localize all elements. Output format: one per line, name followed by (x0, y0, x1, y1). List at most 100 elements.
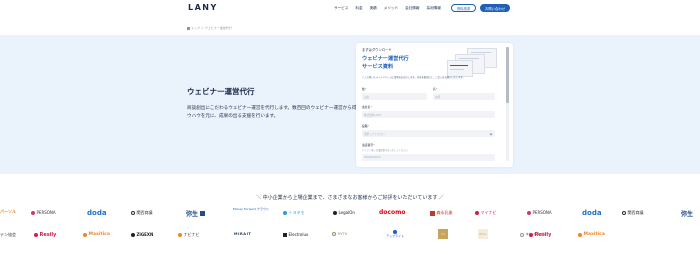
role-select-value: 選択してください (364, 132, 385, 136)
logo-mark-icon (31, 210, 35, 215)
form-kicker: まずはダウンロード (362, 48, 392, 52)
logo-mark-icon (520, 232, 524, 237)
logo-mark-icon (622, 211, 626, 215)
client-logo: Money Forward クラウド (233, 207, 269, 211)
client-logo-text: アップライト (385, 234, 404, 238)
client-logo: 関西商議 (131, 210, 153, 216)
site-logo[interactable]: LANY (188, 3, 218, 12)
form-title-line1: ウェビナー運営代行 (362, 56, 409, 62)
role-label: 役職* (362, 124, 369, 128)
client-logo: doda (87, 209, 107, 217)
client-logo: Resily (529, 232, 551, 238)
logo-mark-icon (131, 211, 135, 215)
hero-description: 商談創出にこだわるウェビナー運営を代行します。数百回のウェビナー運営から得たノウ… (187, 106, 366, 120)
site-header: LANY サービス 料金 実績 メソッド 会社情報 採用情報 資料請求 お問い合… (0, 0, 700, 20)
client-logo-text: 森永乳業 (436, 210, 453, 215)
phone-label: 電話番号* (362, 143, 375, 147)
home-icon[interactable] (187, 26, 190, 30)
first-name-label: 名* (433, 87, 437, 91)
document-preview-image (447, 48, 499, 78)
logo-mark-icon (283, 211, 287, 215)
client-logo-text: 関西商議 (136, 210, 153, 215)
client-logo-text: 弥生 (186, 211, 199, 218)
client-logo-text: マイナビ (480, 210, 497, 215)
form-scrollbar-thumb[interactable] (506, 47, 509, 103)
client-logo: ネクスト (478, 229, 488, 239)
client-logo-text: Resily (534, 232, 552, 238)
client-logo-text: PERSONA (532, 210, 552, 215)
required-mark: * (370, 105, 372, 109)
client-logo: パーソル (0, 209, 16, 214)
client-logo: LegalOn (333, 210, 355, 215)
phone-input[interactable]: 0000000000 (362, 154, 495, 161)
logo-mark-icon (332, 232, 336, 236)
nav-item-recruit[interactable]: 採用情報 (427, 6, 441, 11)
nav-item-service[interactable]: サービス (334, 6, 348, 11)
company-input[interactable]: 株式会社LANY (362, 111, 495, 118)
logo-mark-icon (83, 232, 87, 237)
client-logos-row-2: テン協会 Resily Maxitica ZIGEXN ナビナビ MIRAIT … (0, 229, 700, 241)
client-logo-text: Electrolux (288, 232, 309, 237)
required-mark: * (435, 87, 438, 91)
phone-label-text: 電話番号 (362, 143, 374, 147)
client-logo: PERSONA (527, 210, 552, 215)
client-logo: ロゴ (438, 229, 448, 239)
client-logo: トヨタモ (283, 210, 305, 216)
breadcrumb: トップ ＞ ウェビナー運営代行 (187, 26, 232, 30)
client-logo: 関西商議 (622, 210, 644, 216)
form-note: ご入力頂いたメールアドレスに資料をお送りします。内容を確認の上、ご記入をお願いい… (362, 76, 465, 79)
client-logo-text: MYTH (337, 232, 348, 236)
required-mark: * (373, 143, 375, 147)
client-logo-text: Resily (39, 232, 57, 238)
first-name-input[interactable]: 太郎 (433, 93, 495, 100)
chevron-down-icon (489, 132, 493, 135)
client-logo: マイナビ (475, 210, 496, 216)
required-mark: * (367, 124, 370, 128)
client-logos-row-1: パーソル PERSONA doda 関西商議 弥生 Money Forward … (0, 207, 700, 219)
logo-mark-icon (475, 211, 479, 215)
company-label: 会社名* (362, 105, 372, 109)
required-mark: * (364, 87, 367, 91)
client-logo-text: Maxitica (583, 232, 605, 237)
client-logo-text: PERSONA (36, 210, 56, 215)
download-form-card: まずはダウンロード ウェビナー運営代行 サービス資料 ご入力頂いたメールアドレス… (356, 43, 513, 167)
client-logo: 森永乳業 (430, 210, 453, 216)
client-logo: MIRAIT (234, 232, 252, 236)
client-logo-text: Maxitica (88, 232, 110, 237)
client-logo: 弥生 (681, 211, 694, 218)
logo-mark-icon (578, 232, 582, 237)
client-logo: Maxitica (578, 232, 605, 237)
last-name-input[interactable]: 山田 (362, 93, 427, 100)
download-doc-button[interactable]: 資料請求 (451, 4, 476, 12)
logo-mark-icon (199, 211, 205, 216)
logo-mark-icon (529, 233, 533, 237)
client-logo: ZIGEXN (131, 232, 153, 237)
client-logo-text: 関西商議 (627, 210, 644, 215)
nav-item-method[interactable]: メソッド (384, 6, 398, 11)
role-select[interactable]: 選択してください (362, 130, 495, 137)
logo-mark-icon (430, 210, 435, 216)
client-logo: Maxitica (83, 232, 110, 237)
client-logo: ナビナビ (178, 232, 200, 238)
logo-mark-icon (34, 233, 38, 237)
client-logo: Electrolux (283, 232, 308, 237)
main-nav: サービス 料金 実績 メソッド 会社情報 採用情報 (334, 6, 441, 11)
nav-item-results[interactable]: 実績 (370, 6, 377, 11)
client-logo: doda (582, 209, 602, 217)
contact-button[interactable]: お問い合わせ (480, 4, 510, 12)
client-logo: アップライト (385, 230, 405, 238)
client-logo: テン協会 (0, 232, 16, 237)
client-logo-text: ZIGEXN (136, 232, 154, 237)
breadcrumb-text[interactable]: トップ ＞ ウェビナー運営代行 (191, 26, 232, 30)
page-title: ウェビナー運営代行 (187, 87, 255, 96)
client-logo-text: ナビナビ (183, 232, 200, 237)
logo-mark-icon (283, 232, 287, 237)
last-name-label: 姓* (362, 87, 366, 91)
client-logo-text: トヨタモ (288, 210, 305, 215)
nav-item-company[interactable]: 会社情報 (405, 6, 419, 11)
nav-item-pricing[interactable]: 料金 (355, 6, 362, 11)
client-logo: 弥生 (186, 209, 205, 218)
client-logo: MYTH (332, 232, 347, 236)
logo-mark-icon (131, 232, 135, 237)
client-logo: docomo (379, 209, 406, 216)
